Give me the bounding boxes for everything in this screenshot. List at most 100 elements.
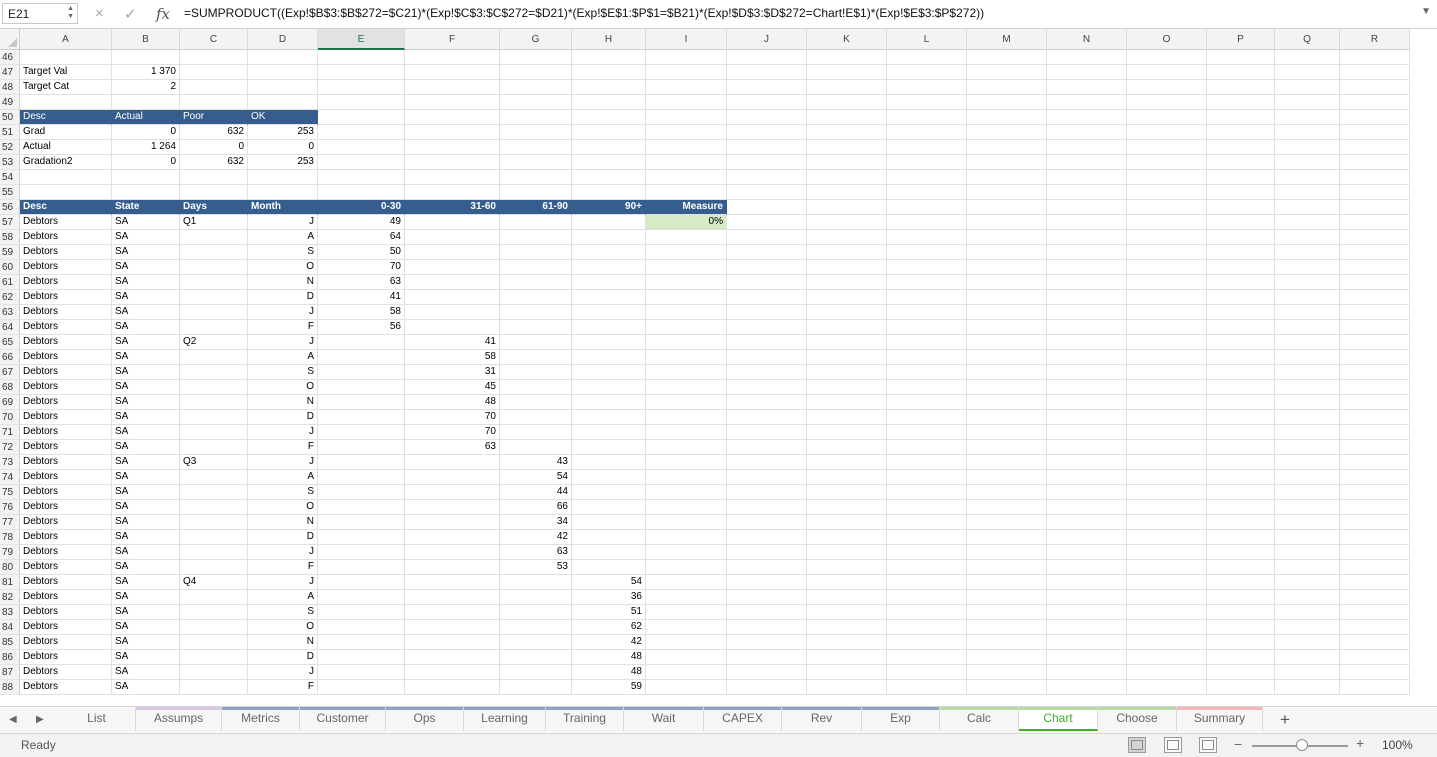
- empty-cell[interactable]: [1207, 170, 1275, 185]
- empty-cell[interactable]: [967, 230, 1047, 245]
- empty-cell[interactable]: [1340, 155, 1410, 170]
- cell-a76[interactable]: Debtors: [20, 500, 112, 515]
- empty-cell[interactable]: [1127, 275, 1207, 290]
- empty-cell[interactable]: [727, 350, 807, 365]
- empty-cell[interactable]: [500, 635, 572, 650]
- cell-b75[interactable]: SA: [112, 485, 180, 500]
- empty-cell[interactable]: [1275, 305, 1340, 320]
- empty-cell[interactable]: [318, 50, 405, 65]
- empty-cell[interactable]: [1340, 650, 1410, 665]
- cell-d75[interactable]: S: [248, 485, 318, 500]
- empty-cell[interactable]: [500, 290, 572, 305]
- empty-cell[interactable]: [646, 395, 727, 410]
- empty-cell[interactable]: [318, 530, 405, 545]
- empty-cell[interactable]: [1207, 65, 1275, 80]
- empty-cell[interactable]: [500, 440, 572, 455]
- empty-cell[interactable]: [405, 590, 500, 605]
- cell-f71[interactable]: 70: [405, 425, 500, 440]
- empty-cell[interactable]: [1127, 590, 1207, 605]
- page-break-view-icon[interactable]: [1199, 737, 1217, 753]
- empty-cell[interactable]: [1275, 140, 1340, 155]
- cell-d62[interactable]: D: [248, 290, 318, 305]
- cell-b72[interactable]: SA: [112, 440, 180, 455]
- empty-cell[interactable]: [500, 605, 572, 620]
- empty-cell[interactable]: [1340, 635, 1410, 650]
- empty-cell[interactable]: [727, 605, 807, 620]
- cell-b59[interactable]: SA: [112, 245, 180, 260]
- empty-cell[interactable]: [572, 290, 646, 305]
- empty-cell[interactable]: [500, 305, 572, 320]
- empty-cell[interactable]: [500, 350, 572, 365]
- empty-cell[interactable]: [1275, 155, 1340, 170]
- cell-d74[interactable]: A: [248, 470, 318, 485]
- empty-cell[interactable]: [887, 470, 967, 485]
- empty-cell[interactable]: [887, 110, 967, 125]
- add-sheet-button[interactable]: +: [1280, 710, 1290, 730]
- empty-cell[interactable]: [1047, 305, 1127, 320]
- cell-d82[interactable]: A: [248, 590, 318, 605]
- empty-cell[interactable]: [1340, 305, 1410, 320]
- empty-cell[interactable]: [1207, 275, 1275, 290]
- empty-cell[interactable]: [405, 245, 500, 260]
- cell-b80[interactable]: SA: [112, 560, 180, 575]
- empty-cell[interactable]: [1275, 635, 1340, 650]
- column-header-f[interactable]: F: [405, 29, 500, 50]
- cell-f66[interactable]: 58: [405, 350, 500, 365]
- empty-cell[interactable]: [1207, 50, 1275, 65]
- empty-cell[interactable]: [807, 320, 887, 335]
- cell-b69[interactable]: SA: [112, 395, 180, 410]
- empty-cell[interactable]: [807, 95, 887, 110]
- table-header-cell[interactable]: State: [112, 200, 180, 215]
- cell-a60[interactable]: Debtors: [20, 260, 112, 275]
- cell-a73[interactable]: Debtors: [20, 455, 112, 470]
- empty-cell[interactable]: [572, 155, 646, 170]
- row-header[interactable]: 74: [0, 470, 20, 485]
- enter-icon[interactable]: ✓: [124, 5, 137, 23]
- row-header[interactable]: 88: [0, 680, 20, 695]
- empty-cell[interactable]: [318, 500, 405, 515]
- column-header-g[interactable]: G: [500, 29, 572, 50]
- empty-cell[interactable]: [1207, 410, 1275, 425]
- empty-cell[interactable]: [318, 620, 405, 635]
- empty-cell[interactable]: [180, 50, 248, 65]
- empty-cell[interactable]: [807, 305, 887, 320]
- cell-c52[interactable]: 0: [180, 140, 248, 155]
- row-header[interactable]: 72: [0, 440, 20, 455]
- empty-cell[interactable]: [572, 485, 646, 500]
- empty-cell[interactable]: [248, 80, 318, 95]
- empty-cell[interactable]: [1047, 245, 1127, 260]
- empty-cell[interactable]: [318, 545, 405, 560]
- empty-cell[interactable]: [500, 320, 572, 335]
- empty-cell[interactable]: [180, 560, 248, 575]
- column-header-j[interactable]: J: [727, 29, 807, 50]
- cell-g80[interactable]: 53: [500, 560, 572, 575]
- empty-cell[interactable]: [807, 650, 887, 665]
- empty-cell[interactable]: [180, 680, 248, 695]
- empty-cell[interactable]: [405, 65, 500, 80]
- empty-cell[interactable]: [1340, 485, 1410, 500]
- table-header-cell[interactable]: 61-90: [500, 200, 572, 215]
- empty-cell[interactable]: [1127, 245, 1207, 260]
- empty-cell[interactable]: [1207, 350, 1275, 365]
- cell-d76[interactable]: O: [248, 500, 318, 515]
- empty-cell[interactable]: [572, 320, 646, 335]
- empty-cell[interactable]: [1340, 590, 1410, 605]
- empty-cell[interactable]: [1127, 155, 1207, 170]
- table-header-cell[interactable]: Poor: [180, 110, 248, 125]
- empty-cell[interactable]: [1207, 125, 1275, 140]
- empty-cell[interactable]: [1127, 305, 1207, 320]
- cell-h87[interactable]: 48: [572, 665, 646, 680]
- empty-cell[interactable]: [1207, 215, 1275, 230]
- empty-cell[interactable]: [1127, 65, 1207, 80]
- cell-c51[interactable]: 632: [180, 125, 248, 140]
- empty-cell[interactable]: [1047, 380, 1127, 395]
- empty-cell[interactable]: [1047, 500, 1127, 515]
- empty-cell[interactable]: [646, 665, 727, 680]
- empty-cell[interactable]: [1340, 140, 1410, 155]
- cell-b60[interactable]: SA: [112, 260, 180, 275]
- empty-cell[interactable]: [180, 485, 248, 500]
- empty-cell[interactable]: [727, 545, 807, 560]
- empty-cell[interactable]: [727, 530, 807, 545]
- empty-cell[interactable]: [807, 230, 887, 245]
- empty-cell[interactable]: [727, 560, 807, 575]
